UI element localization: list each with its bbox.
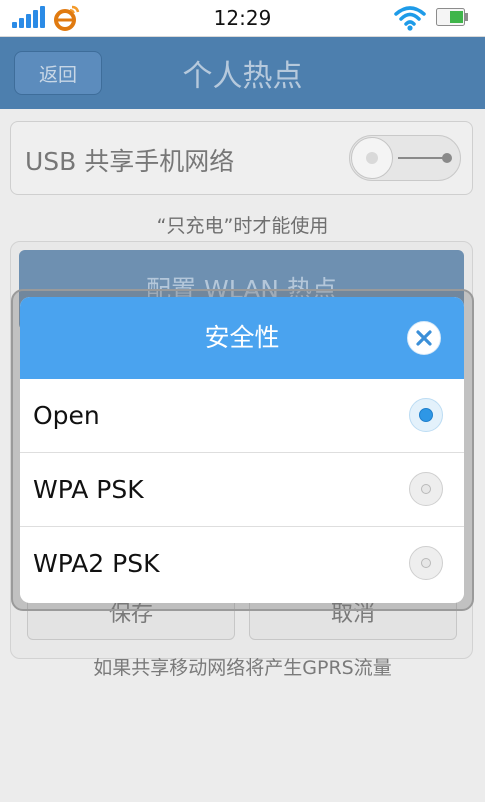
radio-wpa-psk[interactable] — [409, 472, 443, 506]
dialog-header: 安全性 — [20, 297, 464, 379]
close-button[interactable] — [407, 321, 441, 355]
status-bar: 12:29 — [0, 0, 485, 37]
toggle-dot — [442, 153, 452, 163]
page-title: 个人热点 — [182, 59, 303, 94]
usb-tethering-row: USB 共享手机网络 — [10, 121, 473, 195]
option-label: WPA2 PSK — [33, 549, 160, 578]
battery-icon — [436, 8, 468, 26]
option-wpa2-psk[interactable]: WPA2 PSK — [20, 527, 464, 601]
option-label: Open — [33, 401, 100, 430]
gprs-note: 如果共享移动网络将产生GPRS流量 — [93, 657, 392, 679]
toggle-knob — [351, 137, 393, 179]
security-dialog: 安全性 Open WPA PSK WPA2 PSK — [20, 297, 464, 603]
wifi-icon — [394, 6, 426, 31]
radio-open[interactable] — [409, 398, 443, 432]
usb-note: “只充电”时才能使用 — [156, 215, 329, 237]
title-bar: 返回 个人热点 — [0, 37, 485, 109]
radio-wpa2-psk[interactable] — [409, 546, 443, 580]
usb-tethering-label: USB 共享手机网络 — [25, 147, 235, 176]
dialog-title: 安全性 — [204, 323, 280, 352]
option-wpa-psk[interactable]: WPA PSK — [20, 453, 464, 527]
option-label: WPA PSK — [33, 475, 144, 504]
close-icon — [416, 330, 432, 346]
toggle-line — [398, 157, 444, 159]
option-open[interactable]: Open — [20, 379, 464, 453]
usb-tethering-toggle[interactable] — [349, 135, 461, 181]
